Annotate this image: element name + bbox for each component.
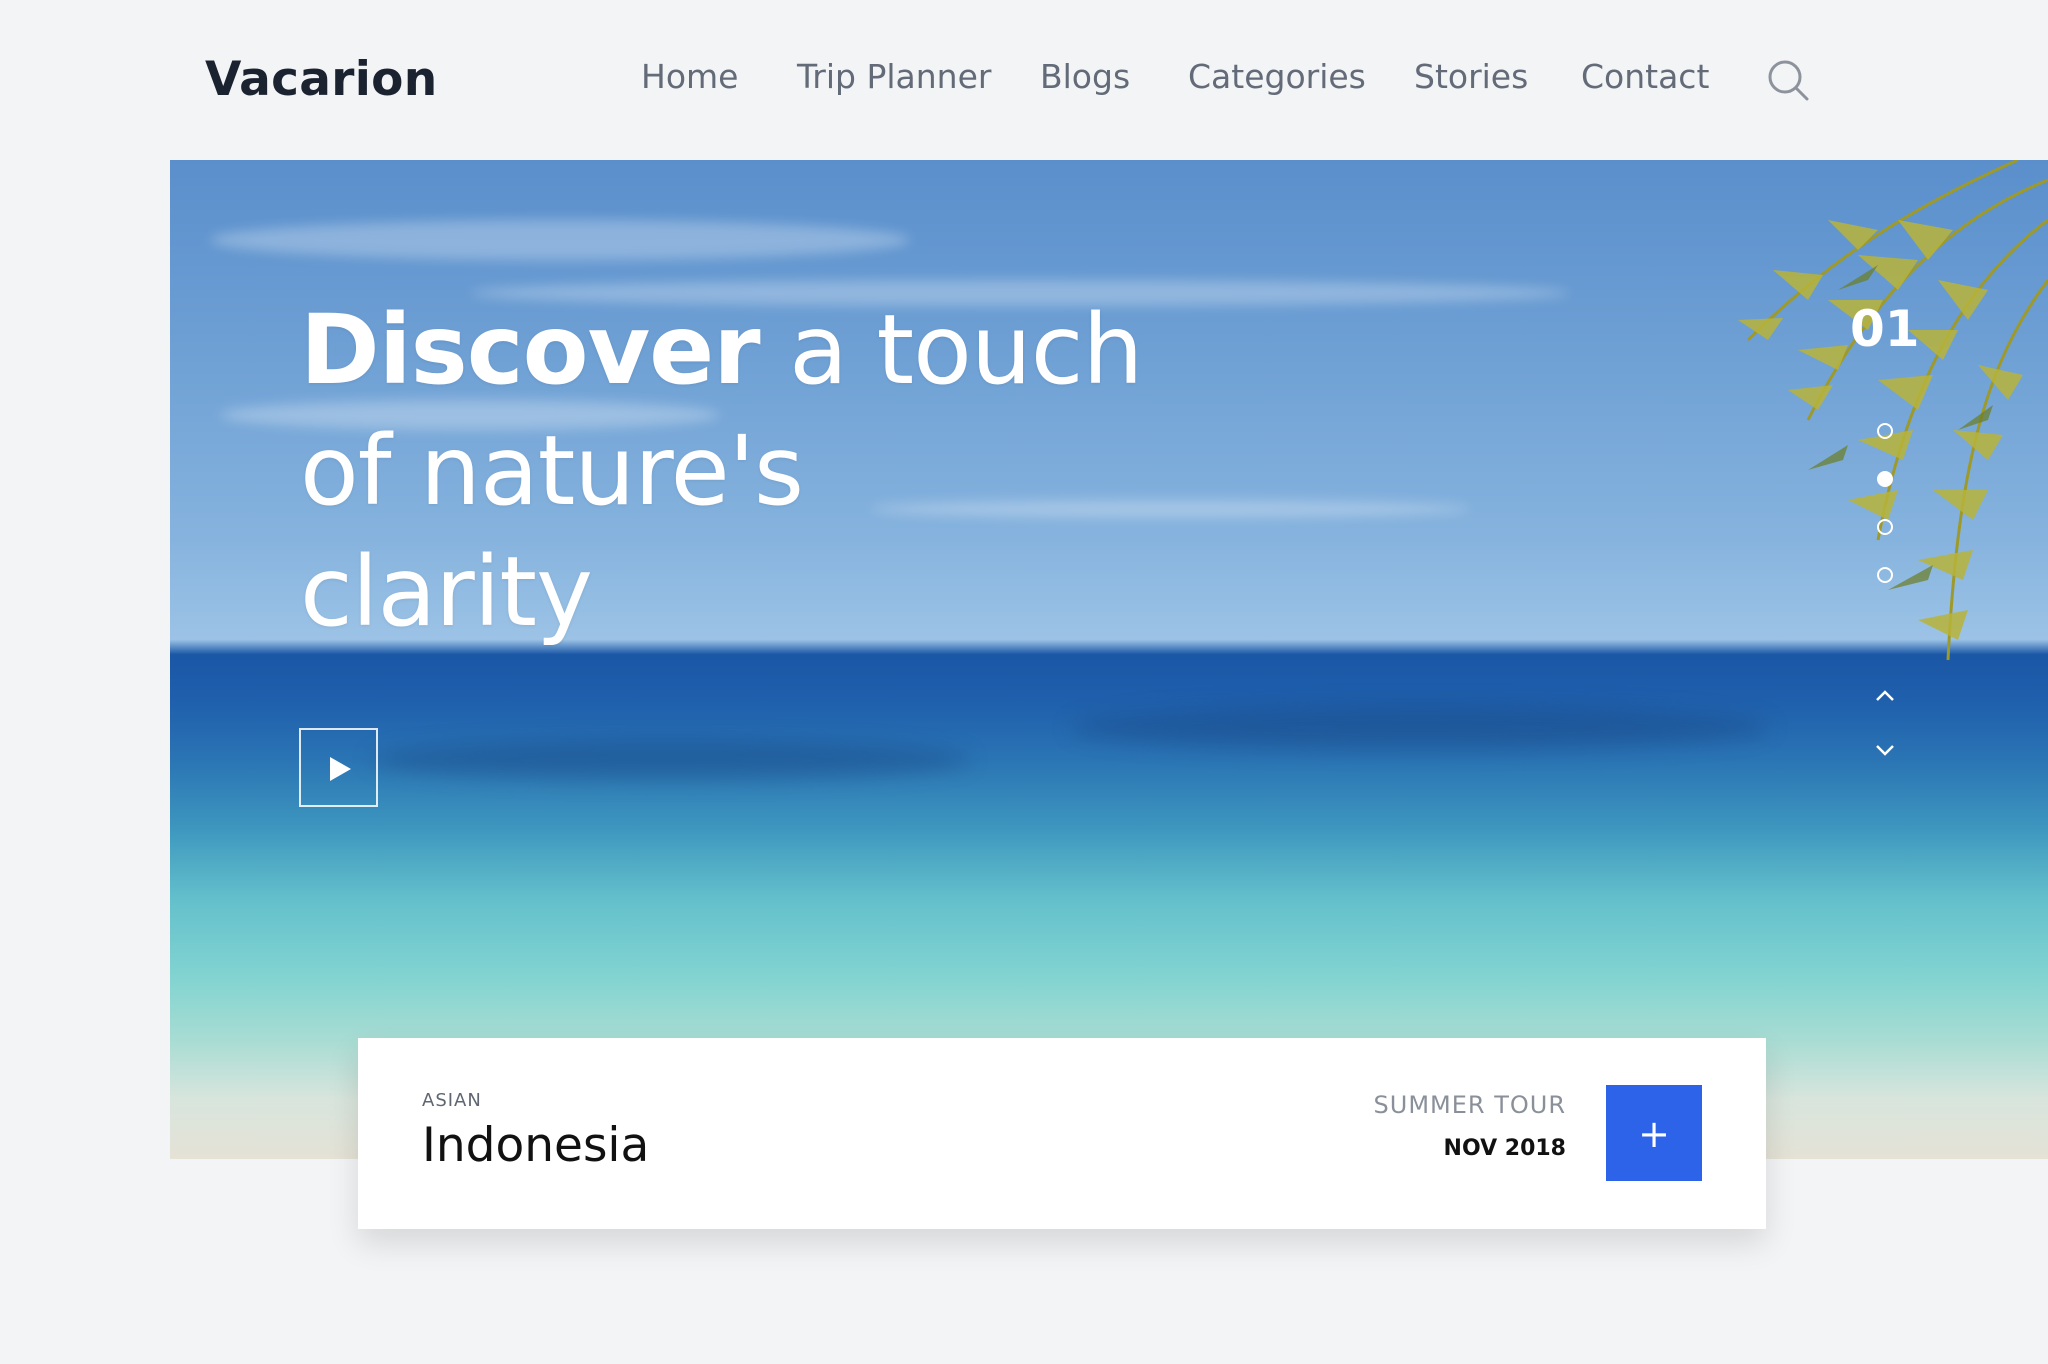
nav-item-home[interactable]: Home	[641, 57, 738, 96]
headline-line-3: clarity	[300, 536, 593, 648]
nav-item-categories[interactable]: Categories	[1188, 57, 1366, 96]
chevron-up-icon[interactable]	[1871, 682, 1899, 710]
destination-card: ASIAN Indonesia SUMMER TOUR NOV 2018 +	[358, 1038, 1766, 1229]
headline-strong: Discover	[300, 294, 761, 406]
search-icon[interactable]	[1766, 58, 1810, 102]
reef-patch	[370, 740, 970, 780]
hero-headline: Discover a touch of nature's clarity	[300, 290, 1143, 653]
card-tour-label: SUMMER TOUR	[1373, 1091, 1566, 1119]
card-category: ASIAN	[422, 1090, 482, 1111]
slide-dot-4[interactable]	[1877, 567, 1893, 583]
cloud	[210, 220, 910, 260]
add-button[interactable]: +	[1606, 1085, 1702, 1181]
site-header: Vacarion Home Trip Planner Blogs Categor…	[0, 0, 2048, 160]
hero-banner: Discover a touch of nature's clarity 01	[170, 160, 2048, 1159]
palm-tree-image	[1738, 160, 2048, 661]
play-video-button[interactable]	[299, 728, 378, 807]
play-icon	[330, 757, 351, 781]
nav-item-blogs[interactable]: Blogs	[1040, 57, 1130, 96]
nav-item-stories[interactable]: Stories	[1414, 57, 1528, 96]
brand-logo[interactable]: Vacarion	[205, 52, 438, 107]
slide-number: 01	[1850, 300, 1920, 358]
chevron-down-icon[interactable]	[1871, 736, 1899, 764]
card-date: NOV 2018	[1443, 1136, 1566, 1161]
slide-dot-1[interactable]	[1877, 423, 1893, 439]
headline-line-2: of nature's	[300, 415, 804, 527]
slide-dot-2[interactable]	[1877, 471, 1893, 487]
nav-item-contact[interactable]: Contact	[1581, 57, 1709, 96]
nav-item-trip-planner[interactable]: Trip Planner	[797, 57, 991, 96]
headline-line-1-rest: a touch	[759, 294, 1143, 406]
slide-dot-3[interactable]	[1877, 519, 1893, 535]
card-title[interactable]: Indonesia	[422, 1118, 649, 1173]
